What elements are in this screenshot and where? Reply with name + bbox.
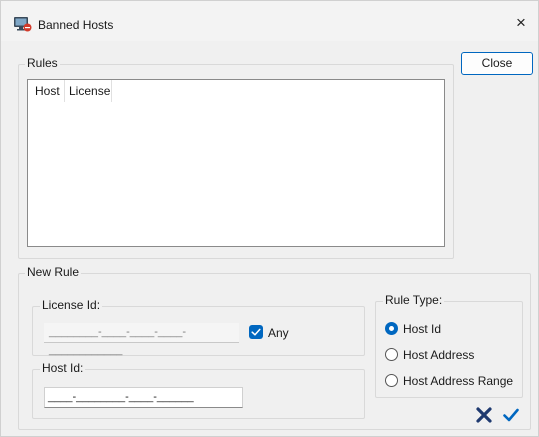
cancel-x-icon[interactable] [475, 406, 493, 424]
rules-group-label: Rules [25, 56, 60, 70]
radio-host-id[interactable] [385, 322, 398, 335]
window-title: Banned Hosts [38, 18, 114, 32]
radio-host-address-range[interactable] [385, 374, 398, 387]
checkmark-icon [251, 328, 261, 336]
radio-host-address-range-label[interactable]: Host Address Range [403, 374, 513, 388]
banned-hosts-dialog: Banned Hosts × Rules Host License Close … [0, 0, 539, 437]
license-id-input[interactable]: ________-____-____-____-____________ [44, 323, 239, 356]
column-header-host[interactable]: Host [31, 80, 65, 102]
new-rule-group-label: New Rule [25, 265, 82, 279]
any-checkbox-label[interactable]: Any [268, 326, 289, 340]
license-id-label: License Id: [40, 298, 103, 312]
host-id-input[interactable]: ____-________-____-______ [44, 387, 243, 408]
column-header-license[interactable]: License [65, 80, 112, 102]
any-checkbox[interactable] [249, 325, 263, 339]
rule-type-label: Rule Type: [383, 293, 445, 307]
confirm-check-icon[interactable] [502, 406, 520, 424]
radio-host-address[interactable] [385, 348, 398, 361]
host-id-label: Host Id: [40, 361, 86, 375]
window-close-button[interactable]: × [506, 9, 536, 37]
radio-host-address-label[interactable]: Host Address [403, 348, 474, 362]
radio-host-id-label[interactable]: Host Id [403, 322, 441, 336]
close-button[interactable]: Close [461, 52, 533, 75]
rules-list[interactable]: Host License [27, 79, 445, 247]
title-bar: Banned Hosts × [1, 1, 538, 41]
banned-hosts-app-icon [14, 17, 32, 32]
